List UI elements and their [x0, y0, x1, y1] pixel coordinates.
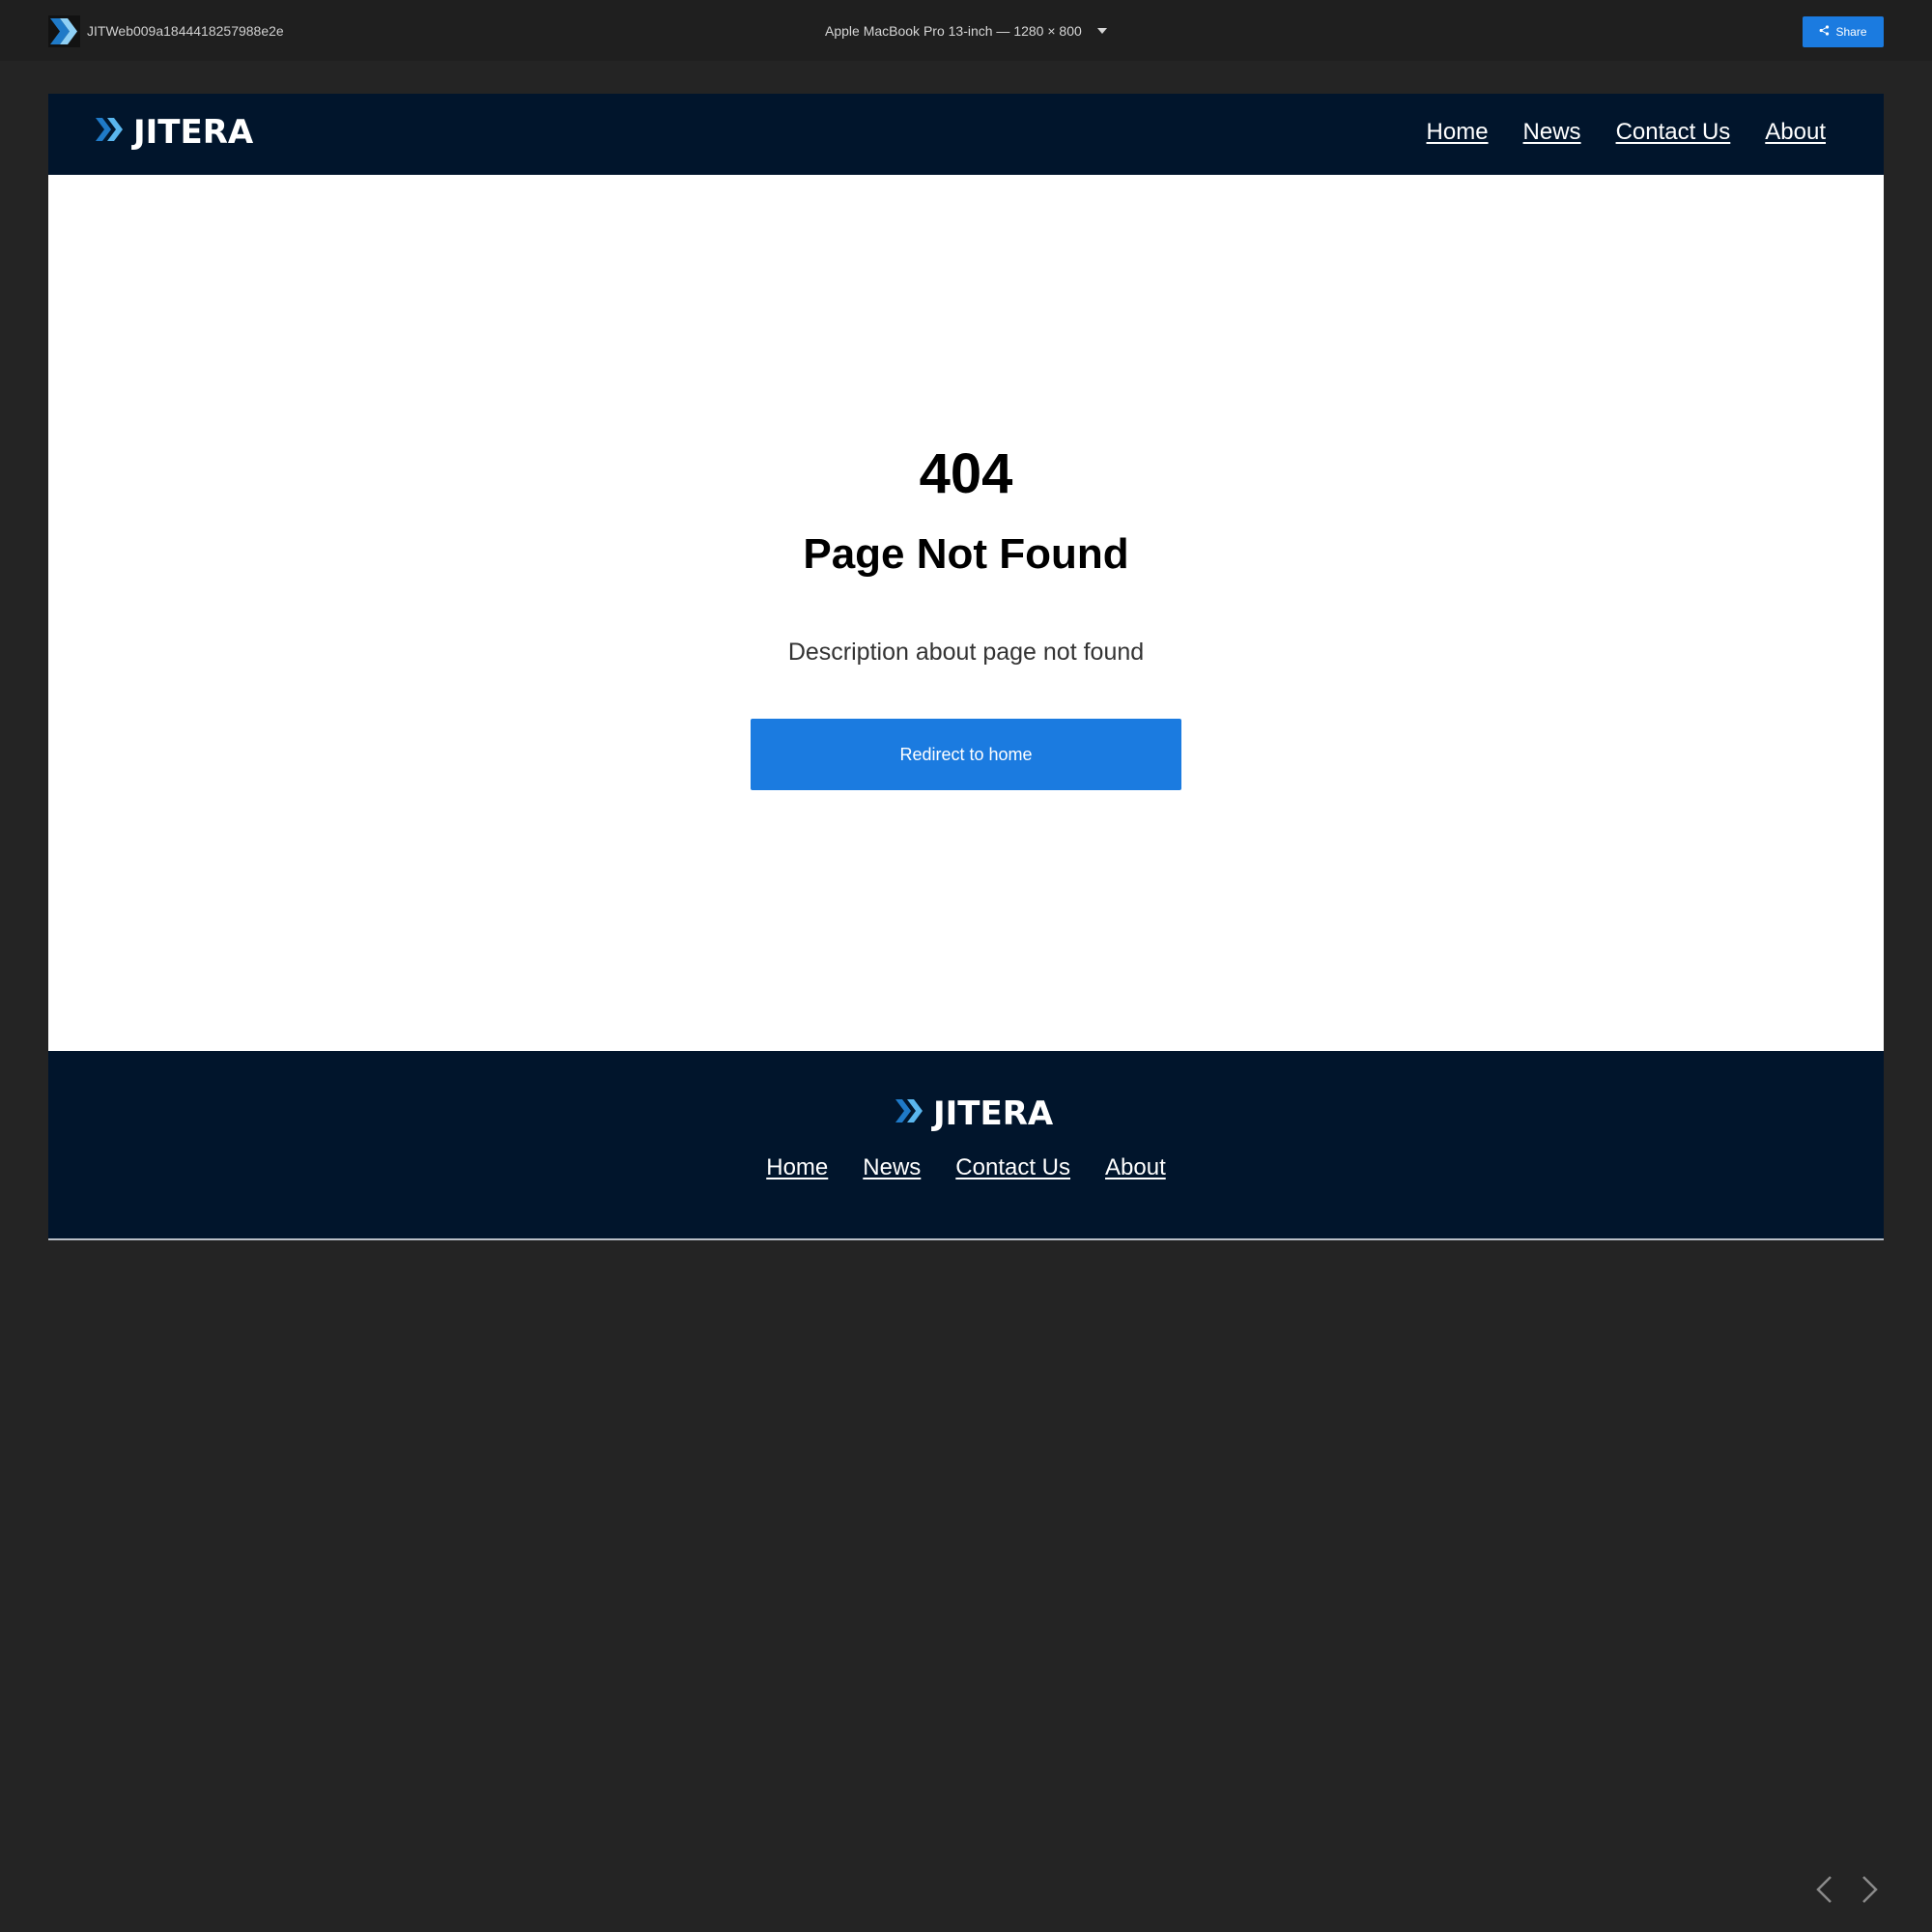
jitera-chevrons-icon[interactable] — [48, 15, 80, 47]
error-title: Page Not Found — [803, 530, 1129, 578]
footer-logo[interactable]: JITERA — [895, 1096, 1053, 1130]
error-description: Description about page not found — [787, 639, 1145, 666]
footer-link-about[interactable]: About — [1105, 1153, 1166, 1182]
nav-link-news[interactable]: News — [1523, 118, 1581, 147]
jitera-logo-icon — [95, 115, 128, 149]
share-icon — [1819, 25, 1830, 39]
footer-nav: Home News Contact Us About — [48, 1153, 1884, 1182]
share-button-label: Share — [1835, 25, 1867, 39]
share-button[interactable]: Share — [1803, 16, 1884, 47]
nav-link-about[interactable]: About — [1765, 118, 1826, 147]
chevron-right-icon[interactable] — [1857, 1874, 1882, 1905]
error-code: 404 — [919, 442, 1013, 505]
viewer-toolbar: JITWeb009a1844418257988e2e Apple MacBook… — [0, 0, 1932, 61]
footer-divider — [48, 1238, 1884, 1240]
project-id-label: JITWeb009a1844418257988e2e — [87, 23, 284, 39]
footer-link-contact-us[interactable]: Contact Us — [955, 1153, 1070, 1182]
jitera-logo-icon — [895, 1096, 927, 1130]
device-selector-label: Apple MacBook Pro 13-inch — 1280 × 800 — [825, 23, 1082, 39]
nav-link-home[interactable]: Home — [1427, 118, 1489, 147]
redirect-home-button-label: Redirect to home — [899, 744, 1033, 764]
brand-wordmark: JITERA — [933, 1094, 1054, 1133]
site-header: JITERA Home News Contact Us About — [48, 94, 1884, 175]
header-nav: Home News Contact Us About — [1427, 118, 1826, 147]
header-logo[interactable]: JITERA — [95, 115, 253, 149]
redirect-home-button[interactable]: Redirect to home — [751, 719, 1181, 790]
nav-link-contact-us[interactable]: Contact Us — [1616, 118, 1731, 147]
footer-link-home[interactable]: Home — [766, 1153, 828, 1182]
preview-frame: JITERA Home News Contact Us About 404 Pa… — [48, 94, 1884, 1240]
footer-link-news[interactable]: News — [863, 1153, 921, 1182]
chevron-left-icon[interactable] — [1812, 1874, 1837, 1905]
chevron-down-icon — [1096, 28, 1107, 34]
device-selector[interactable]: Apple MacBook Pro 13-inch — 1280 × 800 — [825, 20, 1107, 42]
site-footer: JITERA Home News Contact Us About — [48, 1051, 1884, 1238]
not-found-content: 404 Page Not Found Description about pag… — [48, 175, 1884, 1051]
brand-wordmark: JITERA — [133, 112, 254, 152]
